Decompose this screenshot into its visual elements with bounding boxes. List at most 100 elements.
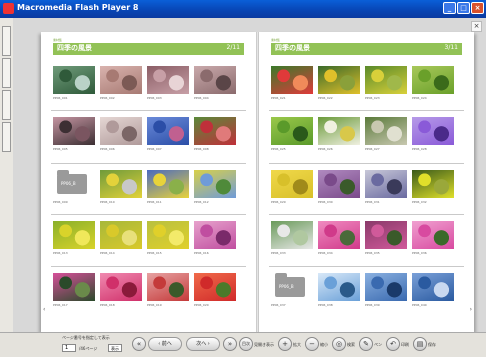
folder-shape: PP06_B — [275, 273, 305, 297]
photo-thumbnail — [100, 170, 142, 198]
thumbnail-item[interactable]: PP06_006 — [100, 117, 142, 157]
photo-thumbnail — [271, 221, 313, 249]
thumbnail-item[interactable]: PP06_038 — [318, 273, 360, 313]
thumbnail-item[interactable]: PP06_030 — [318, 170, 360, 210]
photo-thumbnail — [318, 273, 360, 301]
close-window-button[interactable]: × — [471, 2, 484, 14]
row-divider — [269, 266, 464, 267]
thumbnail-item[interactable]: PP06_039 — [365, 273, 407, 313]
zoom-in-icon[interactable]: + — [278, 337, 292, 351]
thumbnail-item[interactable]: PP06_020 — [194, 273, 236, 313]
thumbnail-item[interactable]: PP06_013 — [53, 221, 95, 261]
thumbnail-caption: PP06_003 — [147, 96, 162, 100]
first-page-button[interactable]: « — [132, 337, 146, 351]
thumbnail-item[interactable]: PP06_015 — [147, 221, 189, 261]
photo-thumbnail — [194, 273, 236, 301]
viewer-toolbar: ページ番号を指定して表示 1 /46ページ 表示 « ‹ 前へ 次へ › » 目… — [0, 332, 486, 357]
thumbnail-item[interactable]: PP06_017 — [53, 273, 95, 313]
thumbnail-item[interactable]: PP06_025 — [271, 117, 313, 157]
next-page-arrow[interactable]: › — [470, 306, 472, 313]
thumbnail-item[interactable]: PP06_024 — [412, 66, 454, 106]
pen-icon[interactable]: ✎ — [359, 337, 373, 351]
next-page-button[interactable]: 次へ › — [186, 337, 220, 351]
thumbnail-caption: PP06_024 — [412, 96, 427, 100]
thumbnail-item[interactable]: PP06_004 — [194, 66, 236, 106]
prev-page-button[interactable]: ‹ 前へ — [148, 337, 182, 351]
minimize-button[interactable]: _ — [443, 2, 456, 14]
thumbnail-item[interactable]: PP06_035 — [365, 221, 407, 261]
photo-thumbnail — [365, 66, 407, 94]
thumbnail-caption: PP06_013 — [53, 251, 68, 255]
sidebar-tab[interactable] — [2, 90, 11, 120]
thumbnail-item[interactable]: PP06_019 — [147, 273, 189, 313]
maximize-button[interactable]: □ — [457, 2, 470, 14]
thumbnail-item[interactable]: PP06_036 — [412, 221, 454, 261]
thumbnail-item[interactable]: PP06_022 — [318, 66, 360, 106]
close-book-icon[interactable]: × — [471, 21, 482, 32]
thumbnail-caption: PP06_009 — [53, 200, 68, 204]
thumbnail-item[interactable]: PP06_018 — [100, 273, 142, 313]
thumbnail-caption: PP06_031 — [365, 200, 380, 204]
sidebar-tab[interactable] — [2, 58, 11, 88]
thumbnail-item[interactable]: PP06_033 — [271, 221, 313, 261]
thumbnail-item[interactable]: PP06_011 — [147, 170, 189, 210]
thumbnail-item[interactable]: PP06_029 — [271, 170, 313, 210]
thumbnail-item[interactable]: PP06_027 — [365, 117, 407, 157]
photo-thumbnail — [271, 66, 313, 94]
thumbnail-item[interactable]: PP06_005 — [53, 117, 95, 157]
folder-icon: PP06_B — [53, 170, 95, 198]
page-header-caption: 素材集 — [271, 38, 281, 42]
thumbnail-item[interactable]: PP06_031 — [365, 170, 407, 210]
thumbnail-item[interactable]: PP06_034 — [318, 221, 360, 261]
photo-thumbnail — [318, 117, 360, 145]
thumbnail-item[interactable]: PP06_B PP06_037 — [271, 273, 313, 313]
thumbnail-caption: PP06_002 — [100, 96, 115, 100]
contents-button[interactable]: 目次 — [239, 337, 253, 351]
thumbnail-item[interactable]: PP06_040 — [412, 273, 454, 313]
thumbnail-item[interactable]: PP06_023 — [365, 66, 407, 106]
thumbnail-item[interactable]: PP06_016 — [194, 221, 236, 261]
photo-thumbnail — [194, 221, 236, 249]
sidebar-tab[interactable] — [2, 122, 11, 152]
thumbnail-item[interactable]: PP06_021 — [271, 66, 313, 106]
flash-app-icon — [3, 3, 14, 14]
photo-thumbnail — [412, 66, 454, 94]
thumbnail-caption: PP06_021 — [271, 96, 286, 100]
photo-thumbnail — [194, 117, 236, 145]
thumbnail-item[interactable]: PP06_001 — [53, 66, 95, 106]
thumbnail-caption: PP06_006 — [100, 147, 115, 151]
thumbnail-item[interactable]: PP06_032 — [412, 170, 454, 210]
thumbnail-caption: PP06_012 — [194, 200, 209, 204]
thumbnail-caption: PP06_035 — [365, 251, 380, 255]
thumbnail-item[interactable]: PP06_012 — [194, 170, 236, 210]
thumbnail-item[interactable]: PP06_026 — [318, 117, 360, 157]
thumbnail-item[interactable]: PP06_028 — [412, 117, 454, 157]
search-icon[interactable]: ◎ — [332, 337, 346, 351]
prev-page-arrow[interactable]: ‹ — [43, 306, 45, 313]
thumbnail-caption: PP06_028 — [412, 147, 427, 151]
zoom-out-icon[interactable]: − — [305, 337, 319, 351]
photo-thumbnail — [53, 117, 95, 145]
thumbnail-item[interactable]: PP06_003 — [147, 66, 189, 106]
sidebar-tab[interactable] — [2, 26, 11, 56]
thumbnail-caption: PP06_037 — [271, 303, 286, 307]
thumbnail-caption: PP06_027 — [365, 147, 380, 151]
thumbnail-caption: PP06_038 — [318, 303, 333, 307]
thumbnail-item[interactable]: PP06_B PP06_009 — [53, 170, 95, 210]
print-icon[interactable]: ↶ — [386, 337, 400, 351]
thumbnail-item[interactable]: PP06_010 — [100, 170, 142, 210]
right-page: 素材集 四季の風景 3/11 PP06_021 PP06_022 PP06_023 P… — [259, 32, 474, 332]
thumbnail-item[interactable]: PP06_007 — [147, 117, 189, 157]
photo-thumbnail — [412, 117, 454, 145]
page-number-input[interactable]: 1 — [62, 344, 76, 352]
thumbnail-item[interactable]: PP06_014 — [100, 221, 142, 261]
page-title: 四季の風景 — [57, 44, 92, 52]
zoom-in-label: 拡大 — [293, 342, 301, 347]
save-icon[interactable]: ▤ — [413, 337, 427, 351]
thumbnail-caption: PP06_019 — [147, 303, 162, 307]
thumbnail-item[interactable]: PP06_008 — [194, 117, 236, 157]
go-to-page-button[interactable]: 表示 — [108, 344, 122, 352]
thumbnail-item[interactable]: PP06_002 — [100, 66, 142, 106]
last-page-button[interactable]: » — [223, 337, 237, 351]
row-divider — [269, 163, 464, 164]
